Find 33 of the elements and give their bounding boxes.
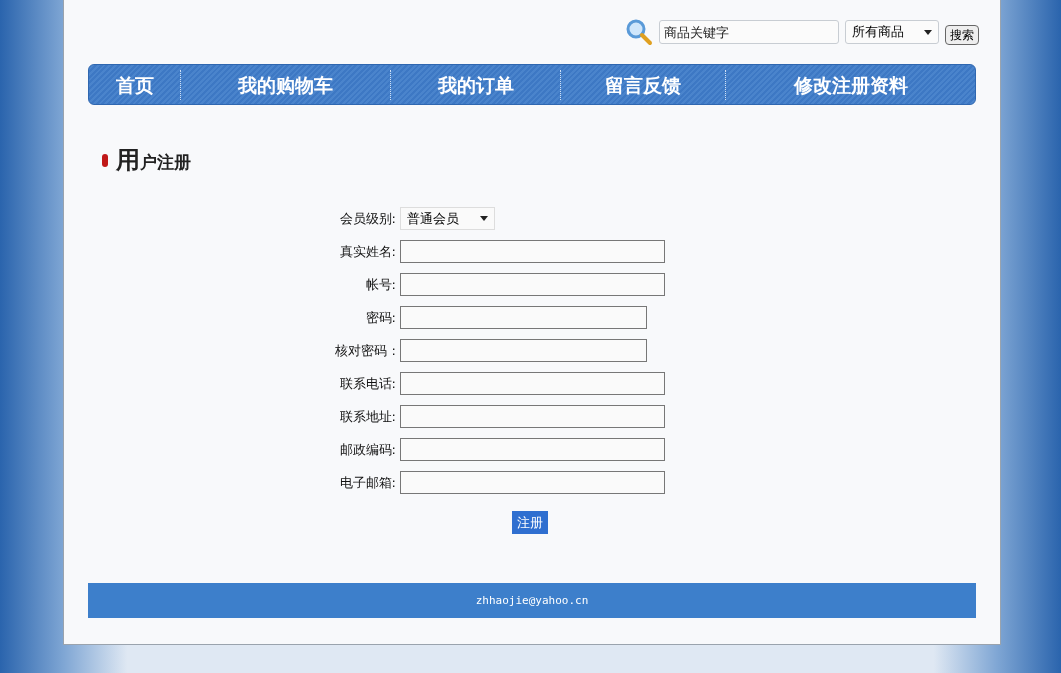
caret-icon <box>480 216 488 221</box>
level-dropdown[interactable]: 普通会员 <box>400 207 495 230</box>
field-label: 电子邮箱: <box>338 473 397 492</box>
nav-link[interactable]: 留言反馈 <box>561 69 726 100</box>
input-field[interactable] <box>400 240 665 263</box>
field-label: 联系电话: <box>338 374 397 393</box>
search-field[interactable]: 商品关键字 <box>659 20 839 44</box>
field-label: 会员级别: <box>338 209 397 228</box>
page-title: 用户注册 <box>116 145 191 176</box>
search-icon <box>625 18 653 46</box>
bullet-icon <box>102 153 108 167</box>
input-field[interactable] <box>400 372 665 395</box>
input-field[interactable] <box>400 405 665 428</box>
nav-link[interactable]: 我的订单 <box>391 69 561 100</box>
nav-link[interactable]: 我的购物车 <box>181 69 391 100</box>
field-label: 密码: <box>364 308 397 327</box>
nav-link[interactable]: 修改注册资料 <box>726 69 975 100</box>
register-button[interactable]: 注册 <box>512 511 548 534</box>
password-field[interactable] <box>400 339 647 362</box>
search-button[interactable]: 搜索 <box>945 25 979 45</box>
input-field[interactable] <box>400 471 665 494</box>
input-field[interactable] <box>400 438 665 461</box>
caret-icon <box>924 29 932 35</box>
field-label: 真实姓名: <box>338 242 397 261</box>
field-label: 邮政编码: <box>338 440 397 459</box>
password-field[interactable] <box>400 306 647 329</box>
nav-link[interactable]: 首页 <box>89 69 181 100</box>
field-label: 联系地址: <box>338 407 397 426</box>
category-dropdown[interactable]: 所有商品 <box>845 20 939 44</box>
field-label: 帐号: <box>364 275 397 294</box>
footer-email: zhhaojie@yahoo.cn <box>475 594 589 607</box>
field-label: 核对密码 : <box>334 341 397 360</box>
input-field[interactable] <box>400 273 665 296</box>
